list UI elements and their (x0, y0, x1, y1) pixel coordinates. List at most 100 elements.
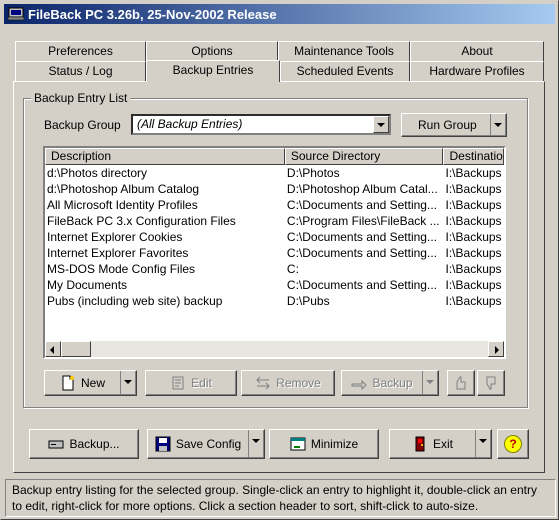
run-group-button[interactable]: Run Group (401, 113, 507, 137)
help-icon: ? (504, 435, 522, 453)
cell-destination: I:\Backups (445, 294, 502, 308)
backup-entry-dropdown[interactable] (422, 371, 438, 395)
tab-about[interactable]: About (410, 41, 544, 61)
save-config-button[interactable]: Save Config (147, 429, 265, 459)
backup-arrow-icon (351, 375, 368, 391)
save-icon (155, 436, 171, 452)
cell-source-directory: D:\Photos (286, 166, 340, 180)
list-item[interactable]: Pubs (including web site) backup D:\Pubs I… (45, 293, 504, 309)
minimize-label: Minimize (310, 437, 359, 451)
scrollbar-thumb[interactable] (61, 341, 91, 357)
cell-source-directory: C:\Documents and Setting... (286, 278, 437, 292)
exit-button[interactable]: Exit (389, 429, 492, 459)
edit-entry-button[interactable]: Edit (145, 370, 237, 396)
backup-all-button[interactable]: Backup... (29, 429, 139, 459)
list-item[interactable]: d:\Photos directory D:\Photos I:\Backups (45, 165, 504, 181)
cell-description: Internet Explorer Cookies (47, 230, 183, 244)
tab-maintenance-tools[interactable]: Maintenance Tools (278, 41, 410, 61)
cell-source-directory: D:\Pubs (286, 294, 330, 308)
new-entry-button[interactable]: New (44, 370, 137, 396)
status-bar: Backup entry listing for the selected gr… (5, 479, 556, 517)
cell-description: Pubs (including web site) backup (47, 294, 223, 308)
cell-description: MS-DOS Mode Config Files (47, 262, 196, 276)
tab-scheduled-events[interactable]: Scheduled Events (280, 61, 410, 81)
cell-destination: I:\Backups (445, 182, 502, 196)
drive-icon (48, 436, 64, 452)
list-item[interactable]: All Microsoft Identity Profiles C:\Docume… (45, 197, 504, 213)
cell-description: My Documents (47, 278, 128, 292)
chevron-down-icon (479, 439, 487, 443)
minimize-button[interactable]: Minimize (269, 429, 379, 459)
arrow-left-icon (50, 346, 54, 354)
list-item[interactable]: Internet Explorer Favorites C:\Documents … (45, 245, 504, 261)
title-bar[interactable]: FileBack PC 3.26b, 25-Nov-2002 Release (4, 4, 555, 24)
new-document-icon (60, 375, 76, 391)
exit-dropdown[interactable] (475, 430, 491, 458)
minimize-icon (290, 436, 306, 452)
list-item[interactable]: d:\Photoshop Album Catalog D:\Photoshop A… (45, 181, 504, 197)
cell-destination: I:\Backups (445, 262, 502, 276)
thumb-down-icon (483, 375, 499, 391)
tab-preferences[interactable]: Preferences (15, 41, 146, 61)
cell-destination: I:\Backups (445, 198, 502, 212)
exit-label: Exit (432, 437, 453, 451)
tab-backup-entries[interactable]: Backup Entries (146, 60, 280, 82)
exit-door-icon (412, 436, 428, 452)
remove-icon (255, 375, 271, 391)
tab-options[interactable]: Options (146, 41, 278, 61)
thumb-up-icon (453, 375, 469, 391)
window-title: FileBack PC 3.26b, 25-Nov-2002 Release (28, 6, 277, 22)
cell-destination: I:\Backups (445, 214, 502, 228)
backup-group-select[interactable]: (All Backup Entries) (131, 114, 391, 135)
cell-description: d:\Photoshop Album Catalog (47, 182, 200, 196)
chevron-down-icon (494, 123, 502, 127)
combo-dropdown-button[interactable] (373, 116, 389, 133)
new-entry-label: New (80, 376, 105, 390)
list-item[interactable]: Internet Explorer Cookies C:\Documents an… (45, 229, 504, 245)
column-header-description[interactable]: Description (45, 148, 285, 165)
groupbox-title: Backup Entry List (31, 91, 131, 105)
horizontal-scrollbar[interactable] (45, 341, 504, 357)
backup-entry-button[interactable]: Backup (341, 370, 439, 396)
cell-description: FileBack PC 3.x Configuration Files (47, 214, 236, 228)
move-up-button[interactable] (447, 370, 475, 396)
list-header: Description Source Directory Destinatio (45, 148, 504, 165)
cell-description: d:\Photos directory (47, 166, 148, 180)
remove-entry-button[interactable]: Remove (241, 370, 335, 396)
backup-entry-list[interactable]: Description Source Directory Destinatio … (43, 146, 506, 359)
cell-source-directory: C:\Documents and Setting... (286, 230, 437, 244)
chevron-down-icon (124, 380, 132, 384)
help-label: ? (509, 437, 517, 451)
backup-group-label: Backup Group (44, 118, 121, 132)
scroll-right-button[interactable] (488, 341, 504, 357)
run-group-dropdown[interactable] (490, 114, 506, 136)
cell-source-directory: C: (286, 262, 299, 276)
backup-all-label: Backup... (69, 437, 120, 451)
column-header-source-directory[interactable]: Source Directory (284, 148, 444, 165)
new-entry-dropdown[interactable] (120, 371, 136, 395)
tab-hardware-profiles[interactable]: Hardware Profiles (410, 61, 544, 81)
list-item[interactable]: My Documents C:\Documents and Setting... I… (45, 277, 504, 293)
chevron-down-icon (377, 123, 385, 127)
cell-description: All Microsoft Identity Profiles (47, 198, 198, 212)
cell-description: Internet Explorer Favorites (47, 246, 189, 260)
column-header-destination[interactable]: Destinatio (443, 148, 504, 165)
move-down-button[interactable] (477, 370, 505, 396)
cell-source-directory: C:\Program Files\FileBack ... (286, 214, 440, 228)
cell-destination: I:\Backups (445, 278, 502, 292)
list-item[interactable]: FileBack PC 3.x Configuration Files C:\Pr… (45, 213, 504, 229)
save-config-dropdown[interactable] (248, 430, 264, 458)
cell-source-directory: C:\Documents and Setting... (286, 246, 437, 260)
arrow-right-icon (495, 346, 499, 354)
cell-destination: I:\Backups (445, 166, 502, 180)
list-item[interactable]: MS-DOS Mode Config Files C: I:\Backups (45, 261, 504, 277)
scroll-left-button[interactable] (45, 341, 61, 357)
chevron-down-icon (426, 380, 434, 384)
tab-status-log[interactable]: Status / Log (15, 61, 146, 81)
app-window: FileBack PC 3.26b, 25-Nov-2002 Release P… (0, 0, 559, 520)
cell-source-directory: D:\Photoshop Album Catal... (286, 182, 438, 196)
cell-destination: I:\Backups (445, 230, 502, 244)
save-config-label: Save Config (175, 437, 242, 451)
help-button[interactable]: ? (497, 429, 529, 459)
backup-entry-label: Backup (372, 376, 413, 390)
